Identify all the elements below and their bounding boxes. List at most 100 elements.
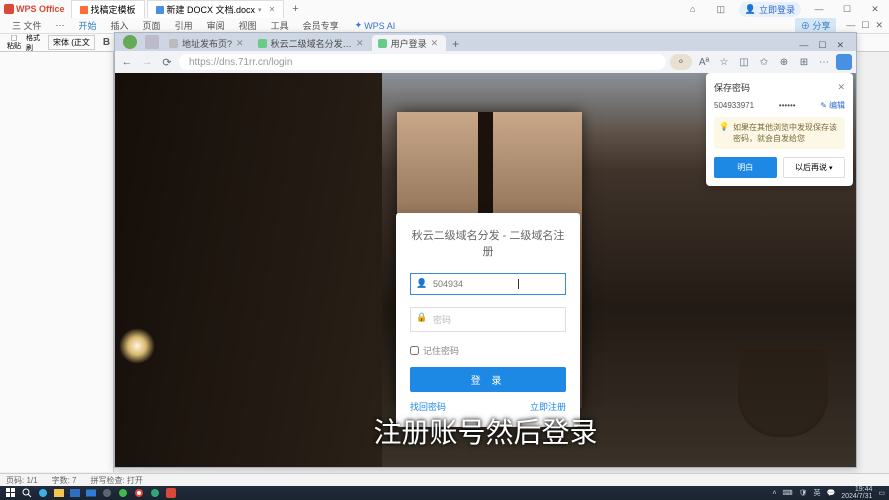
- wps-tab-templates[interactable]: 找稿定模板: [71, 0, 145, 18]
- login-card: 秋云二级域名分发 - 二级域名注册 👤 504934 🔒 密码 记住密码 登 录…: [396, 213, 580, 427]
- back-button[interactable]: ←: [119, 54, 135, 70]
- explorer-icon[interactable]: [52, 486, 66, 500]
- split-icon[interactable]: ◫: [736, 54, 752, 70]
- format-brush-button[interactable]: 格式刷: [26, 35, 42, 51]
- url-input[interactable]: https://dns.71rr.cn/login: [179, 54, 666, 70]
- search-button[interactable]: [20, 486, 34, 500]
- tray-chevron[interactable]: ˄: [772, 490, 776, 497]
- wps-logo: WPS Office: [4, 4, 65, 14]
- paste-button[interactable]: 粘贴: [6, 35, 22, 51]
- wps-ai-button[interactable]: ✦ WPS AI: [355, 20, 396, 31]
- extension-icon[interactable]: ⊞: [796, 54, 812, 70]
- close-icon[interactable]: ✕: [865, 4, 885, 15]
- doc-close-icon[interactable]: ✕: [875, 20, 883, 31]
- star-icon[interactable]: ☆: [716, 54, 732, 70]
- menu-reference[interactable]: 引用: [169, 19, 199, 32]
- bg-decoration: [115, 73, 382, 467]
- menu-start[interactable]: 开始: [73, 19, 103, 32]
- bg-decoration: [738, 347, 828, 437]
- tray-defender[interactable]: 🛡: [799, 489, 808, 497]
- start-button[interactable]: [4, 486, 18, 500]
- close-icon[interactable]: ✕: [236, 38, 244, 49]
- chrome-icon[interactable]: [132, 486, 146, 500]
- browser-minimize[interactable]: —: [799, 40, 808, 51]
- menu-page[interactable]: 页面: [137, 19, 167, 32]
- edit-link[interactable]: ✎ 编辑: [820, 100, 845, 111]
- browser-tab-3[interactable]: 用户登录 ✕: [372, 35, 447, 51]
- app-icon[interactable]: [148, 486, 162, 500]
- new-tab-button[interactable]: +: [286, 3, 304, 15]
- checkbox[interactable]: [410, 346, 419, 355]
- menu-review[interactable]: 审阅: [201, 19, 231, 32]
- forward-button[interactable]: →: [139, 54, 155, 70]
- wechat-icon[interactable]: [116, 486, 130, 500]
- accept-button[interactable]: 明白: [714, 157, 777, 178]
- wps-tab-document[interactable]: 新建 DOCX 文档.docx ▾ ✕: [147, 0, 285, 18]
- browser-maximize[interactable]: ☐: [818, 40, 826, 51]
- menu-insert[interactable]: 插入: [105, 19, 135, 32]
- action-center[interactable]: ▭: [878, 489, 885, 497]
- menu-tools[interactable]: 工具: [265, 19, 295, 32]
- minimize-icon[interactable]: —: [809, 4, 829, 14]
- maximize-icon[interactable]: ☐: [837, 4, 857, 15]
- browser-tab-1[interactable]: 地址发布页? ✕: [163, 35, 252, 51]
- bold-button[interactable]: B: [101, 37, 112, 48]
- permission-icon[interactable]: ⚬: [670, 54, 692, 70]
- later-button[interactable]: 以后再说 ▾: [783, 157, 846, 178]
- menu-vip[interactable]: 会员专享: [297, 19, 345, 32]
- profile-icon[interactable]: [123, 35, 137, 49]
- close-icon[interactable]: ✕: [431, 38, 439, 49]
- notification-icon[interactable]: 💬: [827, 489, 836, 497]
- menu-view[interactable]: 视图: [233, 19, 263, 32]
- wps-status-bar: 页码: 1/1 字数: 7 拼写检查: 打开: [0, 473, 889, 487]
- copilot-icon[interactable]: [836, 54, 852, 70]
- windows-taskbar: ˄ ⌨ 🛡 英 💬 19:44 2024/7/31 ▭: [0, 486, 889, 500]
- new-browser-tab[interactable]: +: [446, 37, 465, 51]
- share-button[interactable]: ⊕ 分享: [795, 18, 837, 33]
- close-icon[interactable]: ✕: [356, 38, 364, 49]
- wps-titlebar: WPS Office 找稿定模板 新建 DOCX 文档.docx ▾ ✕ + ⌂…: [0, 0, 889, 18]
- login-button[interactable]: 👤 立即登录: [739, 2, 801, 17]
- tray-keyboard[interactable]: ⌨: [783, 489, 793, 497]
- more-icon[interactable]: ⋯: [816, 54, 832, 70]
- chevron-down-icon: ▾: [829, 164, 833, 172]
- font-selector[interactable]: 宋体 (正文: [48, 35, 95, 50]
- ime-indicator[interactable]: 英: [814, 488, 821, 498]
- browser-viewport: 秋云二级域名分发 - 二级域名注册 👤 504934 🔒 密码 记住密码 登 录…: [115, 73, 856, 467]
- browser-tab-2[interactable]: 秋云二级域名分发 - 秋云二级域... ✕: [252, 35, 372, 51]
- wps-icon[interactable]: [164, 486, 178, 500]
- mail-icon[interactable]: [84, 486, 98, 500]
- menu-more[interactable]: ⋯: [50, 20, 71, 31]
- favorite-icon[interactable]: ✩: [756, 54, 772, 70]
- spellcheck-status[interactable]: 拼写检查: 打开: [90, 475, 142, 486]
- document-margin: [0, 52, 114, 472]
- page-indicator[interactable]: 页码: 1/1: [6, 475, 38, 486]
- voice-icon[interactable]: Aª: [696, 54, 712, 70]
- password-input[interactable]: 密码: [410, 307, 566, 332]
- home-icon[interactable]: ⌂: [683, 4, 703, 14]
- apps-icon[interactable]: ◫: [711, 4, 731, 15]
- refresh-button[interactable]: ⟳: [159, 54, 175, 70]
- doc-maximize-icon[interactable]: ☐: [861, 20, 869, 31]
- save-password-prompt: 保存密码 ✕ 504933971 •••••• ✎ 编辑 💡 如果在其他浏览中发…: [706, 73, 853, 186]
- browser-close[interactable]: ✕: [836, 40, 844, 51]
- workspace-icon[interactable]: [145, 35, 159, 49]
- username-input[interactable]: 504934: [410, 273, 566, 295]
- text-cursor: [518, 279, 519, 289]
- dropdown-icon[interactable]: ▾: [258, 6, 262, 14]
- menu-file[interactable]: 三 文件: [6, 19, 48, 32]
- doc-minimize-icon[interactable]: —: [846, 20, 855, 31]
- edge-icon[interactable]: [36, 486, 50, 500]
- pencil-icon: ✎: [820, 101, 827, 110]
- clock[interactable]: 19:44 2024/7/31: [841, 486, 872, 500]
- login-submit-button[interactable]: 登 录: [410, 367, 566, 392]
- prompt-hint: 💡 如果在其他浏览中发现保存该密码，就会自发给您: [714, 117, 845, 149]
- collect-icon[interactable]: ⊕: [776, 54, 792, 70]
- store-icon[interactable]: [68, 486, 82, 500]
- close-icon[interactable]: ✕: [837, 82, 845, 93]
- word-count[interactable]: 字数: 7: [52, 475, 77, 486]
- ai-icon: ✦: [355, 20, 363, 31]
- settings-icon[interactable]: [100, 486, 114, 500]
- close-tab-icon[interactable]: ✕: [269, 5, 276, 14]
- remember-checkbox[interactable]: 记住密码: [410, 344, 566, 357]
